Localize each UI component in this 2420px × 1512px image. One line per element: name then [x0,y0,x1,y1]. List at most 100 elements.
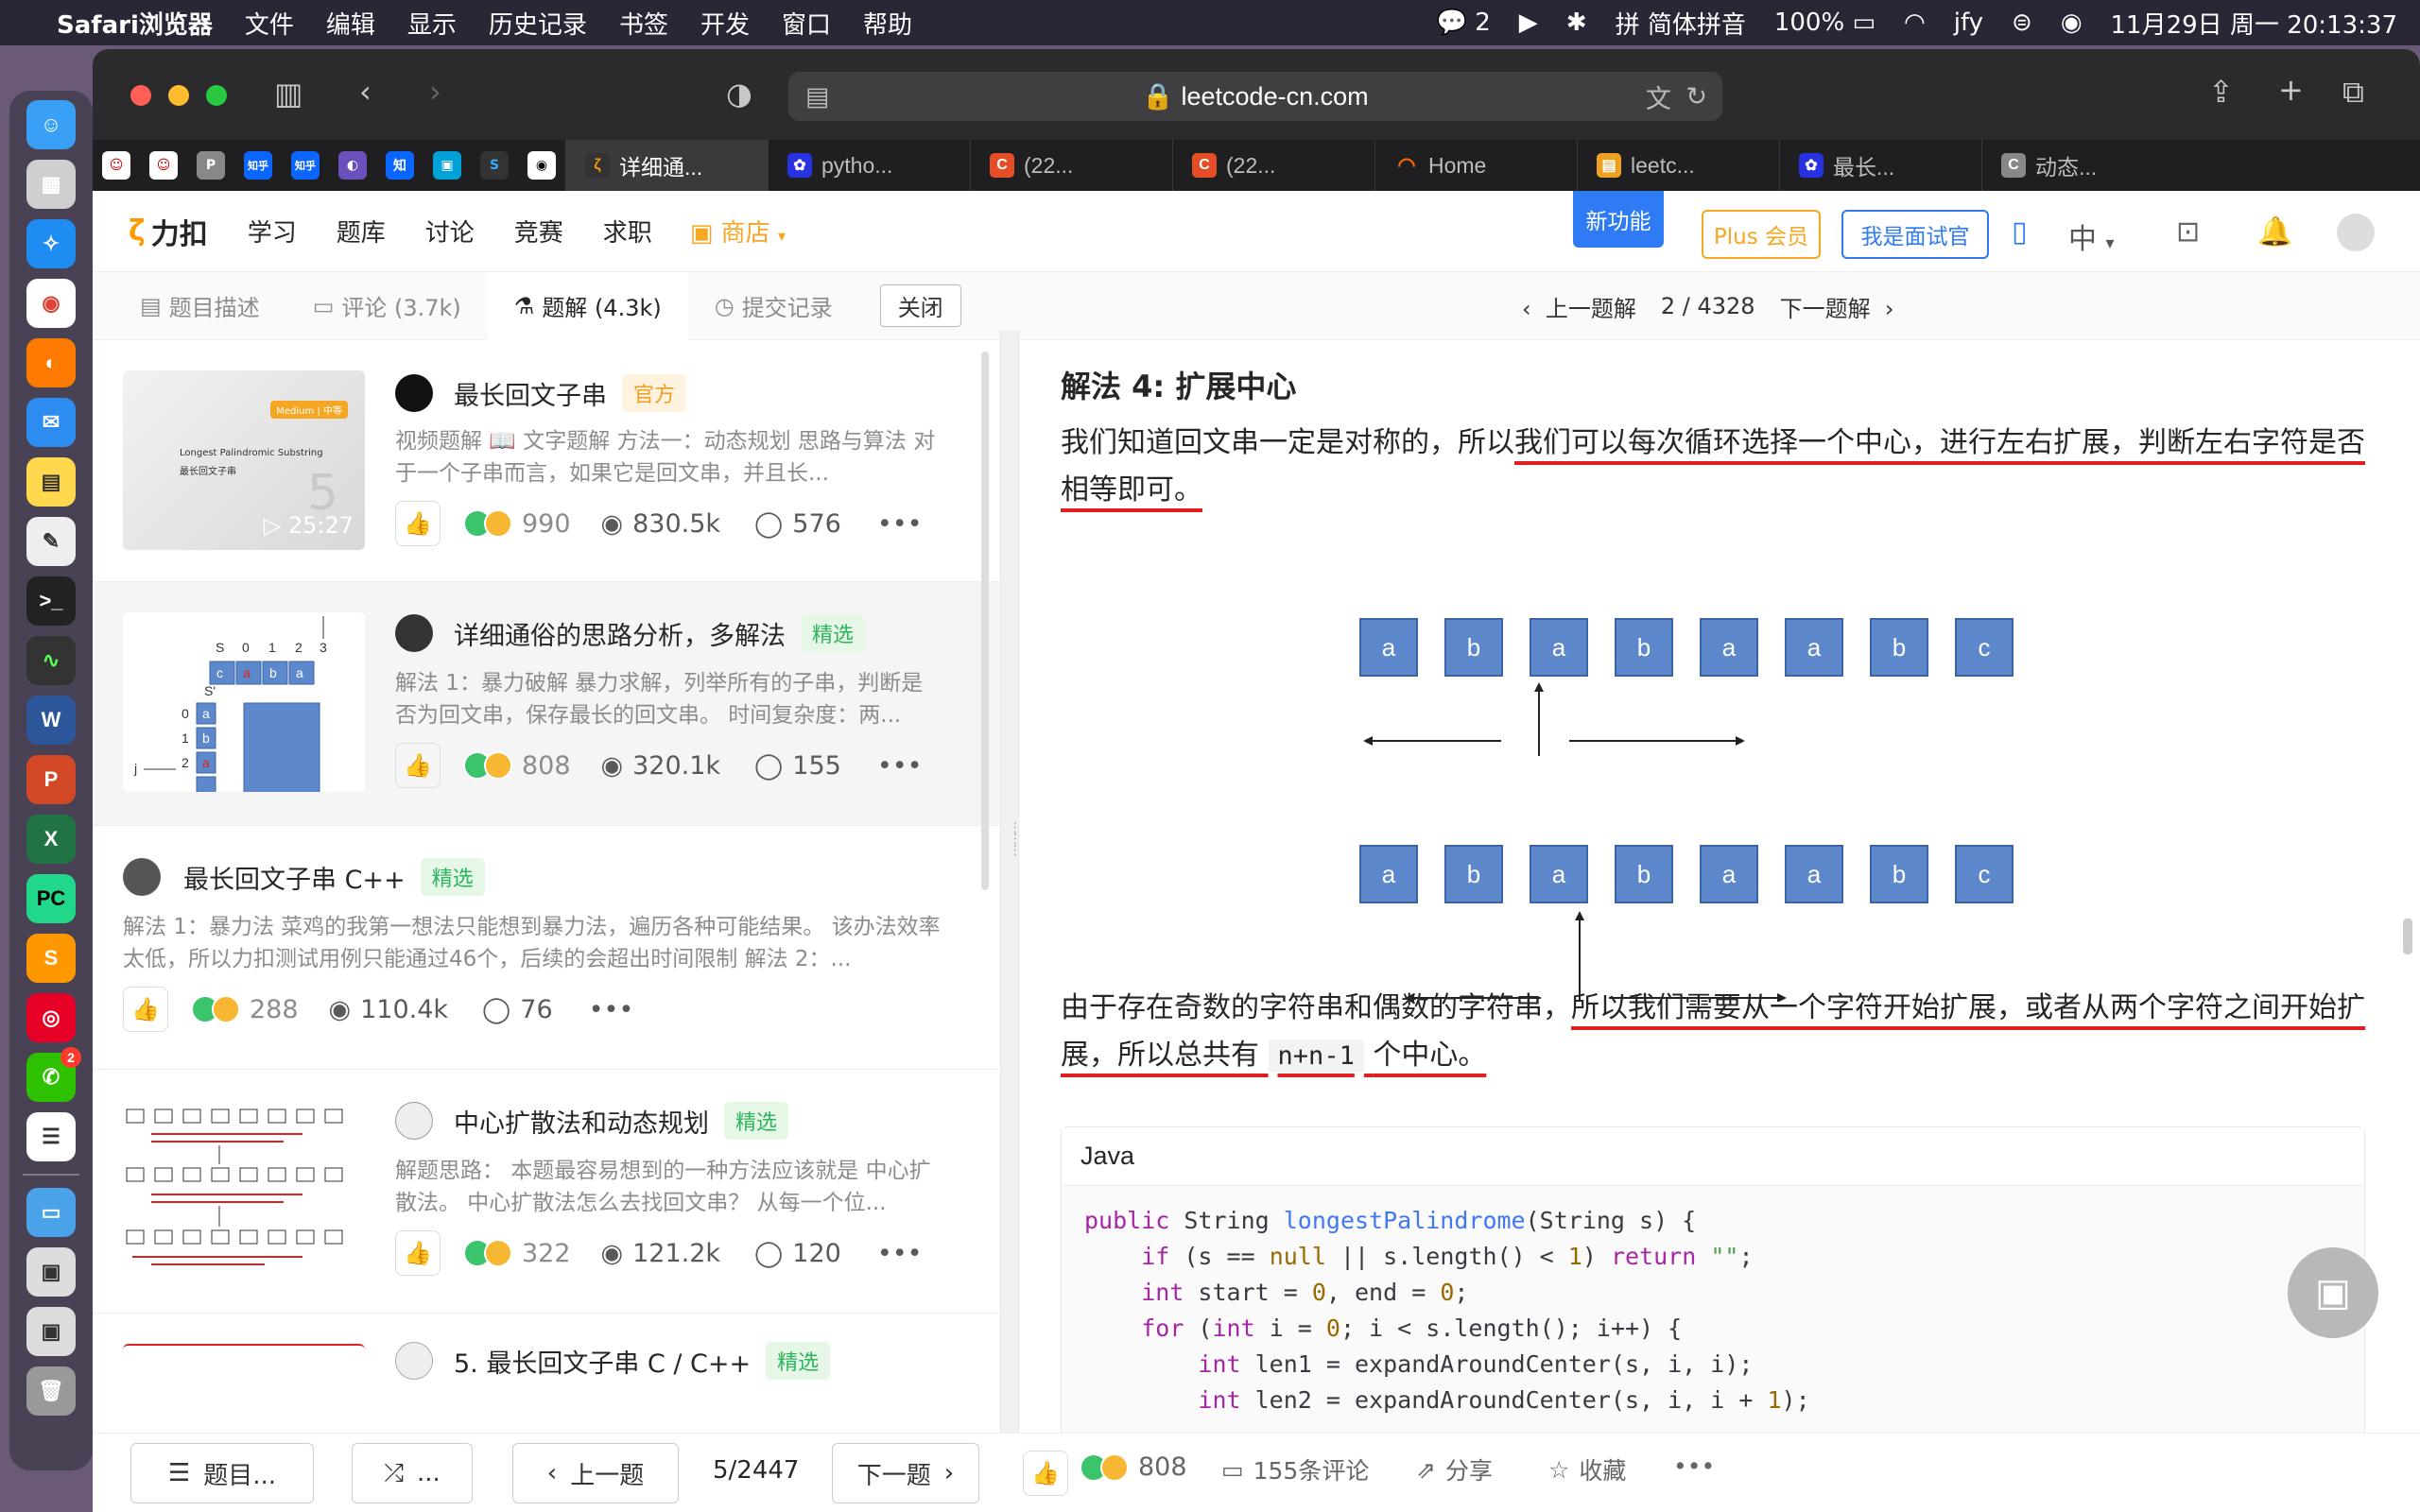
finder-icon[interactable]: ☺ [26,100,76,149]
author-avatar[interactable] [395,1342,433,1380]
tab-comments[interactable]: ▭ 评论 (3.7k) [286,272,488,340]
tab-overview-icon[interactable]: ⧉ [2342,74,2364,111]
panel-resizer[interactable]: ⋮ ⋮ ⋮ [1000,331,1022,1512]
pinned-tab[interactable]: 知乎 [282,140,329,191]
menu-develop[interactable]: 开发 [700,6,750,41]
browser-tab[interactable]: ✿ 最长... [1779,140,1981,191]
tab-description[interactable]: ▤ 题目描述 [113,272,286,340]
leetcode-logo[interactable]: ζ 力扣 [129,211,208,252]
close-window-button[interactable] [130,85,151,106]
safari-icon[interactable]: ✧ [26,219,76,268]
solution-title[interactable]: 最长回文子串 官方 [454,374,687,412]
play-icon[interactable]: ▶ [1519,9,1538,37]
address-bar[interactable]: ▤ 🔒 leetcode-cn.com 文 ↻ [788,72,1722,121]
like-button[interactable]: 👍 [395,743,441,788]
wifi-icon[interactable]: ◠ [1904,9,1926,37]
like-button[interactable]: 👍 [395,501,441,546]
list-item[interactable]: 最长回文子串 C++ 精选 解法 1：暴力法 菜鸡的我第一想法只能想到暴力法，遍历… [93,826,1000,1070]
solution-title[interactable]: 5. 最长回文子串 C / C++ 精选 [454,1342,831,1380]
author-avatar[interactable] [395,614,433,652]
next-problem-button[interactable]: 下一题 › [832,1443,979,1503]
menu-app-name[interactable]: Safari浏览器 [57,6,213,41]
pinned-tab[interactable]: 知 [376,140,424,191]
pinned-tab[interactable]: ◉ [518,140,565,191]
pinned-tab[interactable]: P [187,140,234,191]
input-method[interactable]: 拼 简体拼音 [1616,6,1746,41]
tab-solutions[interactable]: ⚗ 题解 (4.3k) [487,271,688,340]
folder-icon[interactable]: ▭ [26,1188,76,1237]
article-scrollbar[interactable] [2403,919,2412,954]
menu-help[interactable]: 帮助 [863,6,912,41]
nav-shop[interactable]: ▣ 商店 ▾ [690,214,786,249]
chrome-icon[interactable]: ◉ [26,279,76,328]
like-button[interactable]: 👍 [1023,1451,1068,1496]
sublime-icon[interactable]: S [26,934,76,983]
reload-icon[interactable]: ↻ [1685,82,1707,112]
random-problem-button[interactable]: ⤮... [352,1443,473,1503]
control-center-icon[interactable]: ⊜ [2012,9,2032,37]
bookmark-float-button[interactable]: ▣ [2288,1247,2378,1338]
next-solution-button[interactable]: 下一题解 › [1780,290,1894,323]
new-tab-icon[interactable]: + [2278,72,2304,108]
nav-problems[interactable]: 题库 [337,214,386,249]
menu-file[interactable]: 文件 [245,6,294,41]
plus-member-button[interactable]: Plus 会员 [1702,210,1821,259]
pinned-tab[interactable]: ☺ [93,140,140,191]
pinned-tab[interactable]: ▣ [424,140,471,191]
pinned-tab[interactable]: ☺ [140,140,187,191]
interviewer-button[interactable]: 我是面试官 [1841,210,1989,259]
prev-solution-button[interactable]: ‹ 上一题解 [1522,290,1636,323]
zoom-window-button[interactable] [206,85,227,106]
solution-title[interactable]: 详细通俗的思路分析，多解法 精选 [454,614,866,652]
minimize-window-button[interactable] [168,85,189,106]
browser-tab[interactable]: ζ 详细通... [565,140,768,191]
nav-contest[interactable]: 竞赛 [514,214,563,249]
user-name[interactable]: jfy [1954,9,1983,37]
mail-icon[interactable]: ✉ [26,398,76,447]
sidebar-toggle-icon[interactable]: ▥ [274,76,302,112]
wechat-status-icon[interactable]: 💬 2 [1437,9,1491,37]
list-item[interactable]: Medium | 中等 Longest Palindromic Substrin… [93,340,1000,582]
siri-icon[interactable]: ◉ [2061,9,2083,37]
menu-window[interactable]: 窗口 [782,6,831,41]
translate-icon[interactable]: 文 [1646,78,1671,115]
privacy-shield-icon[interactable]: ◑ [726,76,752,112]
user-avatar[interactable] [2337,214,2375,251]
launchpad-icon[interactable]: ▦ [26,160,76,209]
menu-bookmarks[interactable]: 书签 [619,6,668,41]
reader-icon[interactable]: ▤ [805,82,830,112]
playground-icon[interactable]: ⊡ [2176,215,2200,249]
close-solution-button[interactable]: 关闭 [879,284,961,327]
more-icon[interactable]: ••• [589,995,634,1024]
list-item[interactable]: caba aba 0123 012j S S' 详细通俗的思路分析，多解法 精选 解… [93,582,1000,826]
mobile-icon[interactable]: ▯ [2012,215,2028,249]
solution-title[interactable]: 最长回文子串 C++ 精选 [183,858,485,896]
list-item[interactable]: 中心扩散法和动态规划 精选 解题思路： 本题最容易想到的一种方法应该就是 中心扩散… [93,1070,1000,1314]
firefox-icon[interactable]: ◐ [26,338,76,387]
menu-view[interactable]: 显示 [407,6,457,41]
share-icon[interactable]: ⇪ [2208,74,2234,110]
preview-icon[interactable]: ▣ [26,1247,76,1297]
solution-title[interactable]: 中心扩散法和动态规划 精选 [454,1102,789,1140]
tab-submissions[interactable]: ◷ 提交记录 [688,272,859,340]
browser-tab[interactable]: C (22... [1172,140,1374,191]
nav-discuss[interactable]: 讨论 [425,214,475,249]
battery-status[interactable]: 100% ▭ [1774,9,1876,37]
comments-button[interactable]: ▭ 155条评论 [1221,1452,1369,1486]
browser-tab[interactable]: C 动态... [1981,140,2184,191]
author-avatar[interactable] [395,374,433,412]
terminal-icon[interactable]: >_ [26,576,76,626]
bluetooth-icon[interactable]: ✱ [1566,9,1587,37]
textedit-icon[interactable]: ✎ [26,517,76,566]
clock[interactable]: 11月29日 周一 20:13:37 [2111,6,2397,41]
pinned-tab[interactable]: 知乎 [234,140,282,191]
prev-problem-button[interactable]: ‹ 上一题 [512,1443,679,1503]
forward-icon[interactable]: › [429,74,441,110]
pycharm-icon[interactable]: PC [26,874,76,923]
like-button[interactable]: 👍 [123,987,168,1032]
more-icon[interactable]: ••• [877,751,923,781]
browser-tab[interactable]: C (22... [970,140,1172,191]
new-feature-badge[interactable]: 新功能 [1573,191,1664,248]
pinned-tab[interactable]: S [471,140,518,191]
list-item[interactable]: 5. 最长回文子串 C / C++ 精选 [93,1314,1000,1433]
